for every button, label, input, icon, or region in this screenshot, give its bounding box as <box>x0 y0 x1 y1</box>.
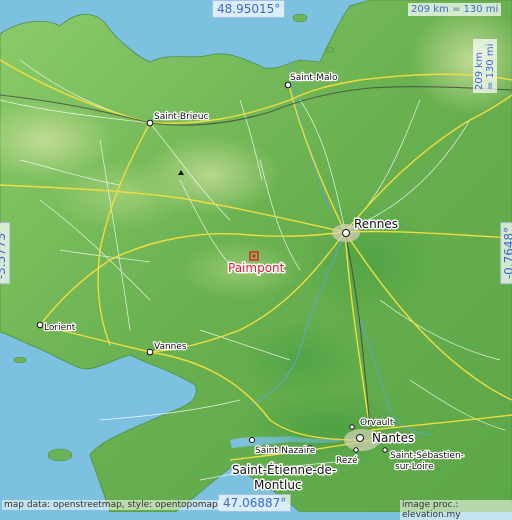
saint-malo-marker <box>284 81 292 89</box>
coord-right: -0.7648° <box>500 221 512 285</box>
label-vannes: Vannes <box>154 342 187 352</box>
label-saint-brieuc: Saint-Brieuc <box>154 112 209 122</box>
label-reze: Rezé <box>336 455 358 466</box>
coord-top: 48.95015° <box>212 0 286 18</box>
label-saint-malo: Saint-Malo <box>290 73 338 83</box>
ile-de-groix <box>13 356 27 364</box>
reze-marker <box>353 447 359 453</box>
vannes-marker <box>146 348 154 356</box>
nantes-marker <box>356 434 364 442</box>
hills-central <box>50 160 190 230</box>
coord-bottom: 47.06887° <box>218 494 292 512</box>
scale-horizontal: 209 km = 130 mi <box>408 3 502 16</box>
coord-left: -3.5773° <box>0 221 11 285</box>
label-lorient: Lorient <box>44 323 76 333</box>
credit-image-proc: image proc.: elevation.my <box>400 500 512 520</box>
credit-map-data: map data: openstreetmap, style: opentopo… <box>2 500 220 510</box>
paimpont-marker-dot <box>252 254 256 258</box>
saint-sebastien-marker <box>382 447 388 453</box>
label-paimpont: Paimpont <box>228 261 285 275</box>
label-saint-sebastien-2: sur-Loire <box>395 462 434 472</box>
saint-nazaire-marker <box>249 437 255 443</box>
label-saint-nazaire: Saint-Nazaire <box>255 446 316 456</box>
label-saint-etienne-1: Saint-Étienne-de- <box>232 462 336 477</box>
island-north-2 <box>325 47 335 53</box>
label-saint-etienne-2: Montluc <box>254 478 302 492</box>
island-north <box>292 13 308 23</box>
orvault-marker <box>349 424 355 430</box>
rennes-marker <box>342 229 350 237</box>
terrain-map: Rennes Saint-Malo Saint-Brieuc Lorient V… <box>0 0 512 512</box>
label-rennes: Rennes <box>354 217 398 231</box>
saint-brieuc-marker <box>146 119 154 127</box>
label-orvault: Orvault <box>360 418 394 428</box>
label-saint-sebastien-1: Saint-Sébastien- <box>390 450 464 461</box>
scale-vertical: 209 km = 130 mi <box>473 39 497 93</box>
lowland-vilaine <box>240 320 360 400</box>
lorient-marker <box>36 321 44 329</box>
label-nantes: Nantes <box>372 431 414 445</box>
belle-ile <box>47 448 73 462</box>
